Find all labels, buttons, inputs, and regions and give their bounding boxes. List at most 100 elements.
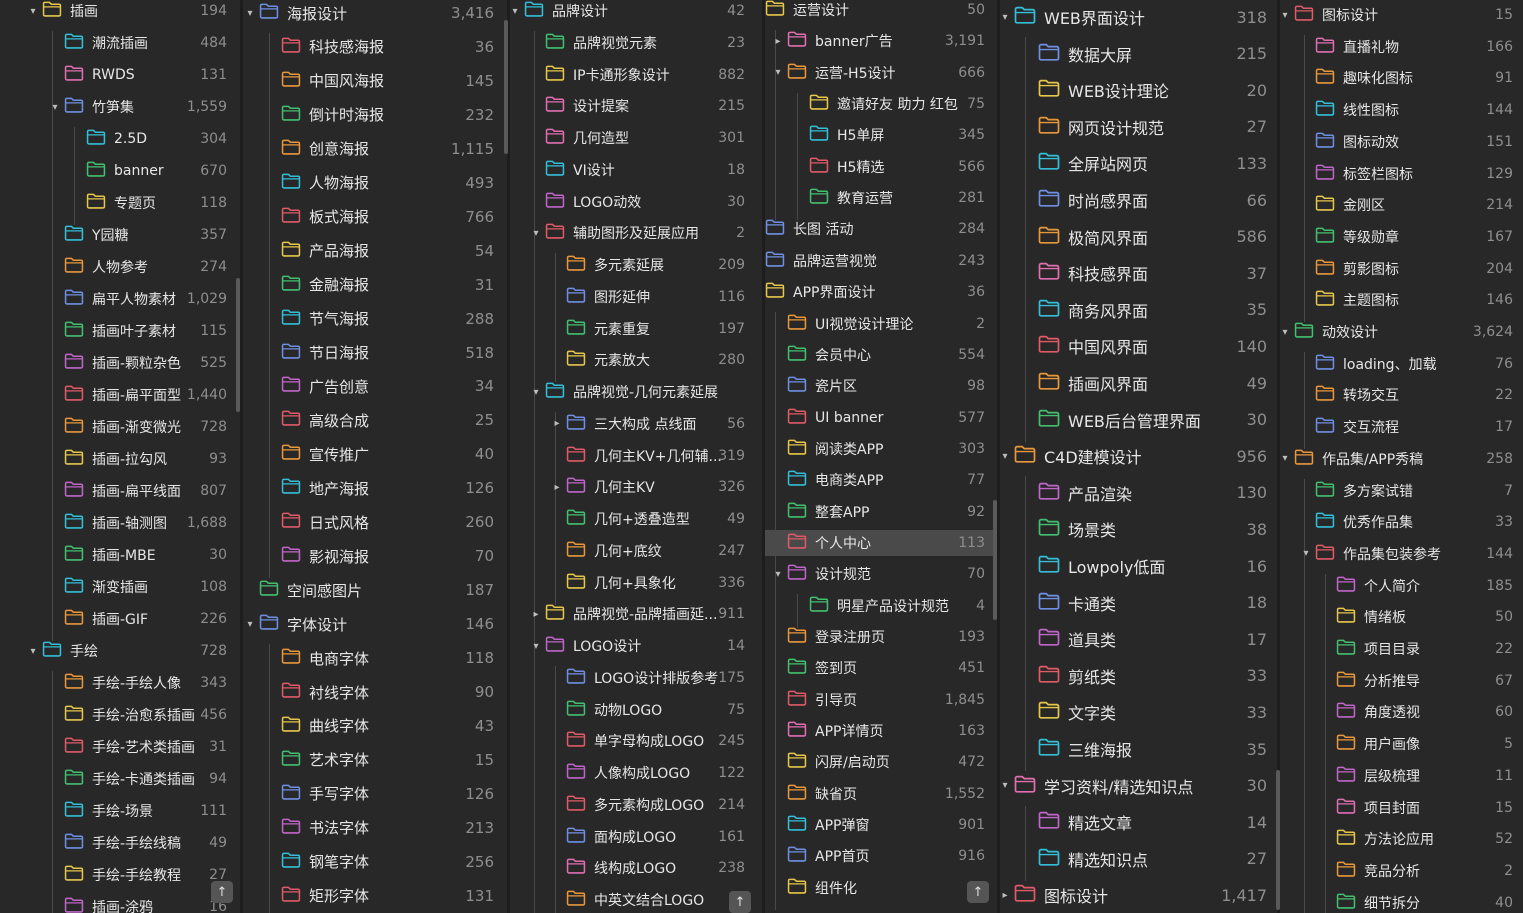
folder-row[interactable]: ▾ 辅助图形及延展应用 2 [510, 222, 765, 244]
folder-row[interactable]: 数据大屏 215 [1000, 43, 1277, 65]
folder-row[interactable]: 地产海报 126 [243, 477, 507, 499]
chevron-right-icon[interactable]: ▸ [552, 476, 562, 498]
chevron-down-icon[interactable]: ▾ [28, 640, 38, 662]
folder-row[interactable]: 用户画像 5 [1280, 733, 1523, 755]
folder-row[interactable]: 几何+具象化 336 [510, 572, 765, 594]
folder-row[interactable]: ▾ LOGO设计 14 [510, 635, 765, 657]
scrollbar-thumb[interactable] [1276, 770, 1280, 910]
chevron-down-icon[interactable]: ▾ [1000, 445, 1010, 467]
chevron-down-icon[interactable]: ▾ [1000, 6, 1010, 28]
folder-row[interactable]: 道具类 17 [1000, 628, 1277, 650]
folder-row[interactable]: 项目封面 15 [1280, 797, 1523, 819]
folder-row[interactable]: 竞品分析 2 [1280, 860, 1523, 882]
chevron-right-icon[interactable]: ▸ [1000, 884, 1010, 906]
folder-row[interactable]: 手绘-场景 111 [16, 800, 240, 822]
folder-row[interactable]: 空间感图片 187 [243, 579, 507, 601]
folder-row[interactable]: 金融海报 31 [243, 274, 507, 296]
folder-row[interactable]: 品牌运营视觉 243 [765, 250, 997, 272]
folder-row[interactable]: Lowpoly低面 16 [1000, 555, 1277, 577]
folder-row[interactable]: 宣传推广 40 [243, 443, 507, 465]
folder-row[interactable]: 科技感海报 36 [243, 36, 507, 58]
folder-row[interactable]: 动物LOGO 75 [510, 699, 765, 721]
chevron-right-icon[interactable]: ▸ [773, 30, 783, 52]
folder-row[interactable]: 剪纸类 33 [1000, 665, 1277, 687]
folder-row[interactable]: 手绘-手绘教程 27 [16, 864, 240, 886]
folder-row[interactable]: 设计提案 215 [510, 95, 765, 117]
folder-row[interactable]: 组件化 [765, 877, 997, 899]
folder-row[interactable]: ▾ APP界面设计36 [765, 281, 997, 303]
folder-row[interactable]: 单字母构成LOGO 245 [510, 730, 765, 752]
folder-row[interactable]: 人物参考 274 [16, 256, 240, 278]
folder-row[interactable]: LOGO设计排版参考 175 [510, 667, 765, 689]
chevron-down-icon[interactable]: ▾ [531, 222, 541, 244]
folder-row-selected[interactable]: 个人中心 113 [765, 529, 997, 556]
folder-row[interactable]: ▸ 图标设计 1,417 [1000, 884, 1277, 906]
folder-row[interactable]: 引导页 1,845 [765, 689, 997, 711]
chevron-down-icon[interactable]: ▾ [1280, 448, 1290, 470]
folder-row[interactable]: 几何+透叠造型 49 [510, 508, 765, 530]
folder-row[interactable]: 插画-涂鸦 16 [16, 896, 240, 913]
scroll-to-top-button[interactable]: ↑ [967, 881, 989, 903]
folder-row[interactable]: ▾ 作品集包装参考 144 [1280, 543, 1523, 565]
folder-row[interactable]: 整套APP 92 [765, 501, 997, 523]
chevron-down-icon[interactable]: ▾ [1280, 321, 1290, 343]
folder-row[interactable]: 角度透视 60 [1280, 701, 1523, 723]
folder-row[interactable]: 插画-扁平面型 1,440 [16, 384, 240, 406]
folder-row[interactable]: 人像构成LOGO 122 [510, 762, 765, 784]
folder-row[interactable]: 图形延伸 116 [510, 286, 765, 308]
folder-row[interactable]: ▾ 手绘 728 [16, 640, 240, 662]
folder-row[interactable]: 节日海报 518 [243, 342, 507, 364]
folder-row[interactable]: 场景类 38 [1000, 518, 1277, 540]
folder-row[interactable]: ▾ 品牌设计 42 [510, 0, 765, 22]
folder-row[interactable]: 情绪板 50 [1280, 606, 1523, 628]
folder-row[interactable]: ▾ 竹笋集 1,559 [16, 96, 240, 118]
folder-row[interactable]: 潮流插画 484 [16, 32, 240, 54]
folder-row[interactable]: 教育运营 281 [765, 187, 997, 209]
folder-row[interactable]: ▾ 运营-H5设计 666 [765, 62, 997, 84]
folder-row[interactable]: 插画-轴测图 1,688 [16, 512, 240, 534]
chevron-down-icon[interactable]: ▾ [773, 62, 783, 84]
folder-row[interactable]: 登录注册页 193 [765, 626, 997, 648]
scrollbar-thumb[interactable] [993, 500, 997, 620]
folder-row[interactable]: ▾ 品牌视觉-几何元素延展 [510, 381, 765, 403]
folder-row[interactable]: 产品渲染 130 [1000, 482, 1277, 504]
folder-row[interactable]: 渐变插画 108 [16, 576, 240, 598]
folder-row[interactable]: ▾ 动效设计 3,624 [1280, 321, 1523, 343]
folder-row[interactable]: 线性图标 144 [1280, 99, 1523, 121]
folder-row[interactable]: 面构成LOGO 161 [510, 826, 765, 848]
folder-row[interactable]: 多元素构成LOGO 214 [510, 794, 765, 816]
folder-row[interactable]: 几何造型 301 [510, 127, 765, 149]
folder-row[interactable]: 线构成LOGO 238 [510, 857, 765, 879]
folder-row[interactable]: 时尚感界面 66 [1000, 189, 1277, 211]
chevron-down-icon[interactable]: ▾ [1280, 4, 1290, 26]
chevron-down-icon[interactable]: ▾ [510, 0, 520, 22]
folder-row[interactable]: 精选文章 14 [1000, 811, 1277, 833]
folder-row[interactable]: banner 670 [16, 160, 240, 182]
folder-row[interactable]: UI banner 577 [765, 407, 997, 429]
folder-row[interactable]: 明星产品设计规范 4 [765, 595, 997, 617]
folder-row[interactable]: 精选知识点 27 [1000, 848, 1277, 870]
folder-row[interactable]: 插画-渐变微光 728 [16, 416, 240, 438]
folder-row[interactable]: 手写字体 126 [243, 783, 507, 805]
folder-row[interactable]: ▾ 设计规范 70 [765, 563, 997, 585]
folder-row[interactable]: APP详情页 163 [765, 720, 997, 742]
folder-row[interactable]: 三维海报 35 [1000, 738, 1277, 760]
folder-row[interactable]: 中国风海报 145 [243, 70, 507, 92]
folder-row[interactable]: ▾ 运营设计50 [765, 0, 997, 21]
chevron-down-icon[interactable]: ▾ [245, 2, 255, 24]
folder-row[interactable]: ▾ 字体设计 146 [243, 613, 507, 635]
folder-row[interactable]: IP卡通形象设计 882 [510, 64, 765, 86]
folder-row[interactable]: 品牌视觉元素 23 [510, 32, 765, 54]
folder-row[interactable]: 商务风界面 35 [1000, 299, 1277, 321]
chevron-right-icon[interactable]: ▸ [531, 603, 541, 625]
folder-row[interactable]: ▸ banner广告 3,191 [765, 30, 997, 52]
scroll-to-top-button[interactable]: ↑ [729, 891, 751, 913]
folder-row[interactable]: 2.5D 304 [16, 128, 240, 150]
folder-row[interactable]: ▾ 海报设计 3,416 [243, 2, 507, 24]
folder-row[interactable]: 全屏站网页 133 [1000, 152, 1277, 174]
folder-row[interactable]: 日式风格 260 [243, 511, 507, 533]
folder-row[interactable]: 长图 活动 284 [765, 218, 997, 240]
folder-row[interactable]: 分析推导 67 [1280, 670, 1523, 692]
folder-row[interactable]: 手绘-手绘线稿 49 [16, 832, 240, 854]
folder-row[interactable]: APP弹窗 901 [765, 814, 997, 836]
